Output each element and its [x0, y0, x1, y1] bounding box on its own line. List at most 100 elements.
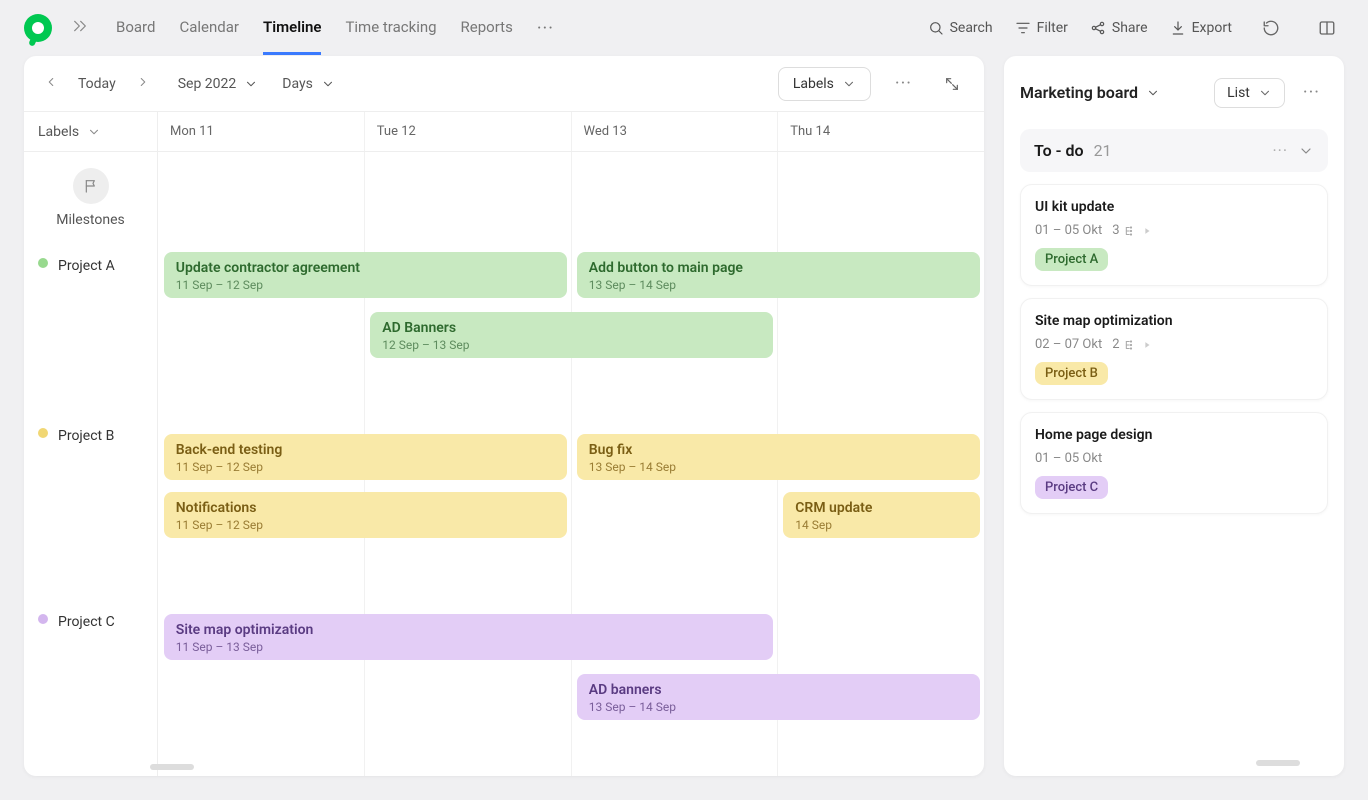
row-labels-header[interactable]: Labels: [24, 112, 157, 152]
prev-period-icon[interactable]: [40, 70, 62, 97]
task-bar[interactable]: Back-end testing 11 Sep – 12 Sep: [164, 434, 567, 480]
labels-button[interactable]: Labels: [778, 67, 871, 101]
search-action[interactable]: Search: [928, 20, 993, 36]
chevron-down-icon: [842, 77, 856, 91]
chevron-down-icon: [87, 125, 101, 139]
month-label: Sep 2022: [178, 76, 237, 92]
refresh-icon[interactable]: [1254, 11, 1288, 45]
board-selector[interactable]: Marketing board: [1020, 83, 1160, 102]
task-card[interactable]: Home page design 01 – 05 Okt Project C: [1020, 412, 1328, 514]
tab-calendar[interactable]: Calendar: [179, 2, 239, 55]
flag-icon: [83, 178, 99, 194]
task-dates: 11 Sep – 12 Sep: [176, 278, 555, 292]
chevron-down-icon: [1146, 86, 1160, 100]
share-label: Share: [1112, 20, 1148, 36]
tab-timeline[interactable]: Timeline: [263, 2, 321, 55]
task-card[interactable]: UI kit update 01 – 05 Okt 3 Project A: [1020, 184, 1328, 286]
task-bar[interactable]: AD banners 13 Sep – 14 Sep: [577, 674, 980, 720]
color-dot-yellow: [38, 428, 48, 438]
task-dates: 11 Sep – 13 Sep: [176, 640, 762, 654]
month-selector[interactable]: Sep 2022: [178, 76, 259, 92]
tab-board[interactable]: Board: [116, 2, 155, 55]
task-bar[interactable]: Update contractor agreement 11 Sep – 12 …: [164, 252, 567, 298]
card-dates: 02 – 07 Okt: [1035, 337, 1102, 352]
app-logo[interactable]: [24, 14, 52, 42]
panel-toggle-icon[interactable]: [1310, 11, 1344, 45]
expand-sidebar-icon[interactable]: [68, 14, 92, 42]
export-action[interactable]: Export: [1170, 20, 1232, 36]
card-tag: Project B: [1035, 362, 1108, 385]
day-header: Thu 14: [778, 112, 984, 151]
task-dates: 13 Sep – 14 Sep: [589, 278, 968, 292]
fullscreen-icon[interactable]: [936, 68, 968, 100]
subtasks-icon: [1124, 338, 1138, 352]
more-options-icon[interactable]: ···: [887, 65, 920, 102]
section-count: 21: [1094, 141, 1112, 160]
section-header[interactable]: To - do 21 ···: [1020, 129, 1328, 172]
card-tag: Project A: [1035, 248, 1108, 271]
row-project-c[interactable]: Project C: [24, 600, 157, 760]
section-more-icon[interactable]: ···: [1272, 141, 1288, 160]
next-period-icon[interactable]: [132, 70, 154, 97]
task-dates: 13 Sep – 14 Sep: [589, 460, 968, 474]
chevron-down-icon: [321, 77, 335, 91]
filter-action[interactable]: Filter: [1015, 20, 1068, 36]
task-title: Site map optimization: [176, 622, 762, 638]
card-title: UI kit update: [1035, 199, 1313, 215]
task-bar[interactable]: CRM update 14 Sep: [783, 492, 980, 538]
card-title: Site map optimization: [1035, 313, 1313, 329]
card-dates: 01 – 05 Okt: [1035, 223, 1102, 238]
tab-time-tracking[interactable]: Time tracking: [345, 2, 436, 55]
tab-reports[interactable]: Reports: [461, 2, 513, 55]
today-button[interactable]: Today: [78, 76, 116, 92]
unit-label: Days: [282, 76, 313, 92]
task-title: Back-end testing: [176, 442, 555, 458]
task-card[interactable]: Site map optimization 02 – 07 Okt 2 Proj…: [1020, 298, 1328, 400]
export-label: Export: [1192, 20, 1232, 36]
task-bar[interactable]: Add button to main page 13 Sep – 14 Sep: [577, 252, 980, 298]
search-icon: [928, 20, 944, 36]
row-milestones[interactable]: Milestones: [24, 152, 157, 244]
row-label-text: Project C: [58, 614, 115, 630]
row-label-text: Project A: [58, 258, 115, 274]
side-panel: Marketing board List ··· To - do 21 ··· …: [1004, 56, 1344, 776]
task-title: Update contractor agreement: [176, 260, 555, 276]
share-action[interactable]: Share: [1090, 20, 1148, 36]
more-tabs-icon[interactable]: ···: [529, 14, 562, 43]
nav-tabs: Board Calendar Timeline Time tracking Re…: [116, 2, 513, 55]
color-dot-purple: [38, 614, 48, 624]
row-labels-title: Labels: [38, 124, 79, 140]
task-dates: 11 Sep – 12 Sep: [176, 460, 555, 474]
task-dates: 12 Sep – 13 Sep: [382, 338, 761, 352]
horizontal-scrollbar[interactable]: [150, 764, 194, 770]
chevron-down-icon[interactable]: [1298, 143, 1314, 159]
share-icon: [1090, 20, 1106, 36]
row-project-a[interactable]: Project A: [24, 244, 157, 414]
day-header: Tue 12: [365, 112, 572, 151]
milestones-label: Milestones: [56, 212, 125, 228]
view-mode-button[interactable]: List: [1214, 78, 1285, 108]
unit-selector[interactable]: Days: [282, 76, 335, 92]
card-dates: 01 – 05 Okt: [1035, 451, 1102, 466]
row-project-b[interactable]: Project B: [24, 414, 157, 600]
search-label: Search: [950, 20, 993, 36]
board-title: Marketing board: [1020, 83, 1138, 102]
task-dates: 13 Sep – 14 Sep: [589, 700, 968, 714]
task-bar[interactable]: Bug fix 13 Sep – 14 Sep: [577, 434, 980, 480]
task-title: Bug fix: [589, 442, 968, 458]
filter-icon: [1015, 20, 1031, 36]
task-title: Add button to main page: [589, 260, 968, 276]
task-bar[interactable]: Notifications 11 Sep – 12 Sep: [164, 492, 567, 538]
card-title: Home page design: [1035, 427, 1313, 443]
task-bar[interactable]: Site map optimization 11 Sep – 13 Sep: [164, 614, 774, 660]
export-icon: [1170, 20, 1186, 36]
side-more-icon[interactable]: ···: [1295, 74, 1328, 111]
timeline-panel: Today Sep 2022 Days Labels ···: [24, 56, 984, 776]
task-bar[interactable]: AD Banners 12 Sep – 13 Sep: [370, 312, 773, 358]
task-title: CRM update: [795, 500, 968, 516]
horizontal-scrollbar[interactable]: [1256, 760, 1300, 766]
row-label-text: Project B: [58, 428, 114, 444]
section-title: To - do: [1034, 141, 1084, 160]
card-subtask-count: 3: [1112, 223, 1119, 238]
day-header: Mon 11: [158, 112, 365, 151]
